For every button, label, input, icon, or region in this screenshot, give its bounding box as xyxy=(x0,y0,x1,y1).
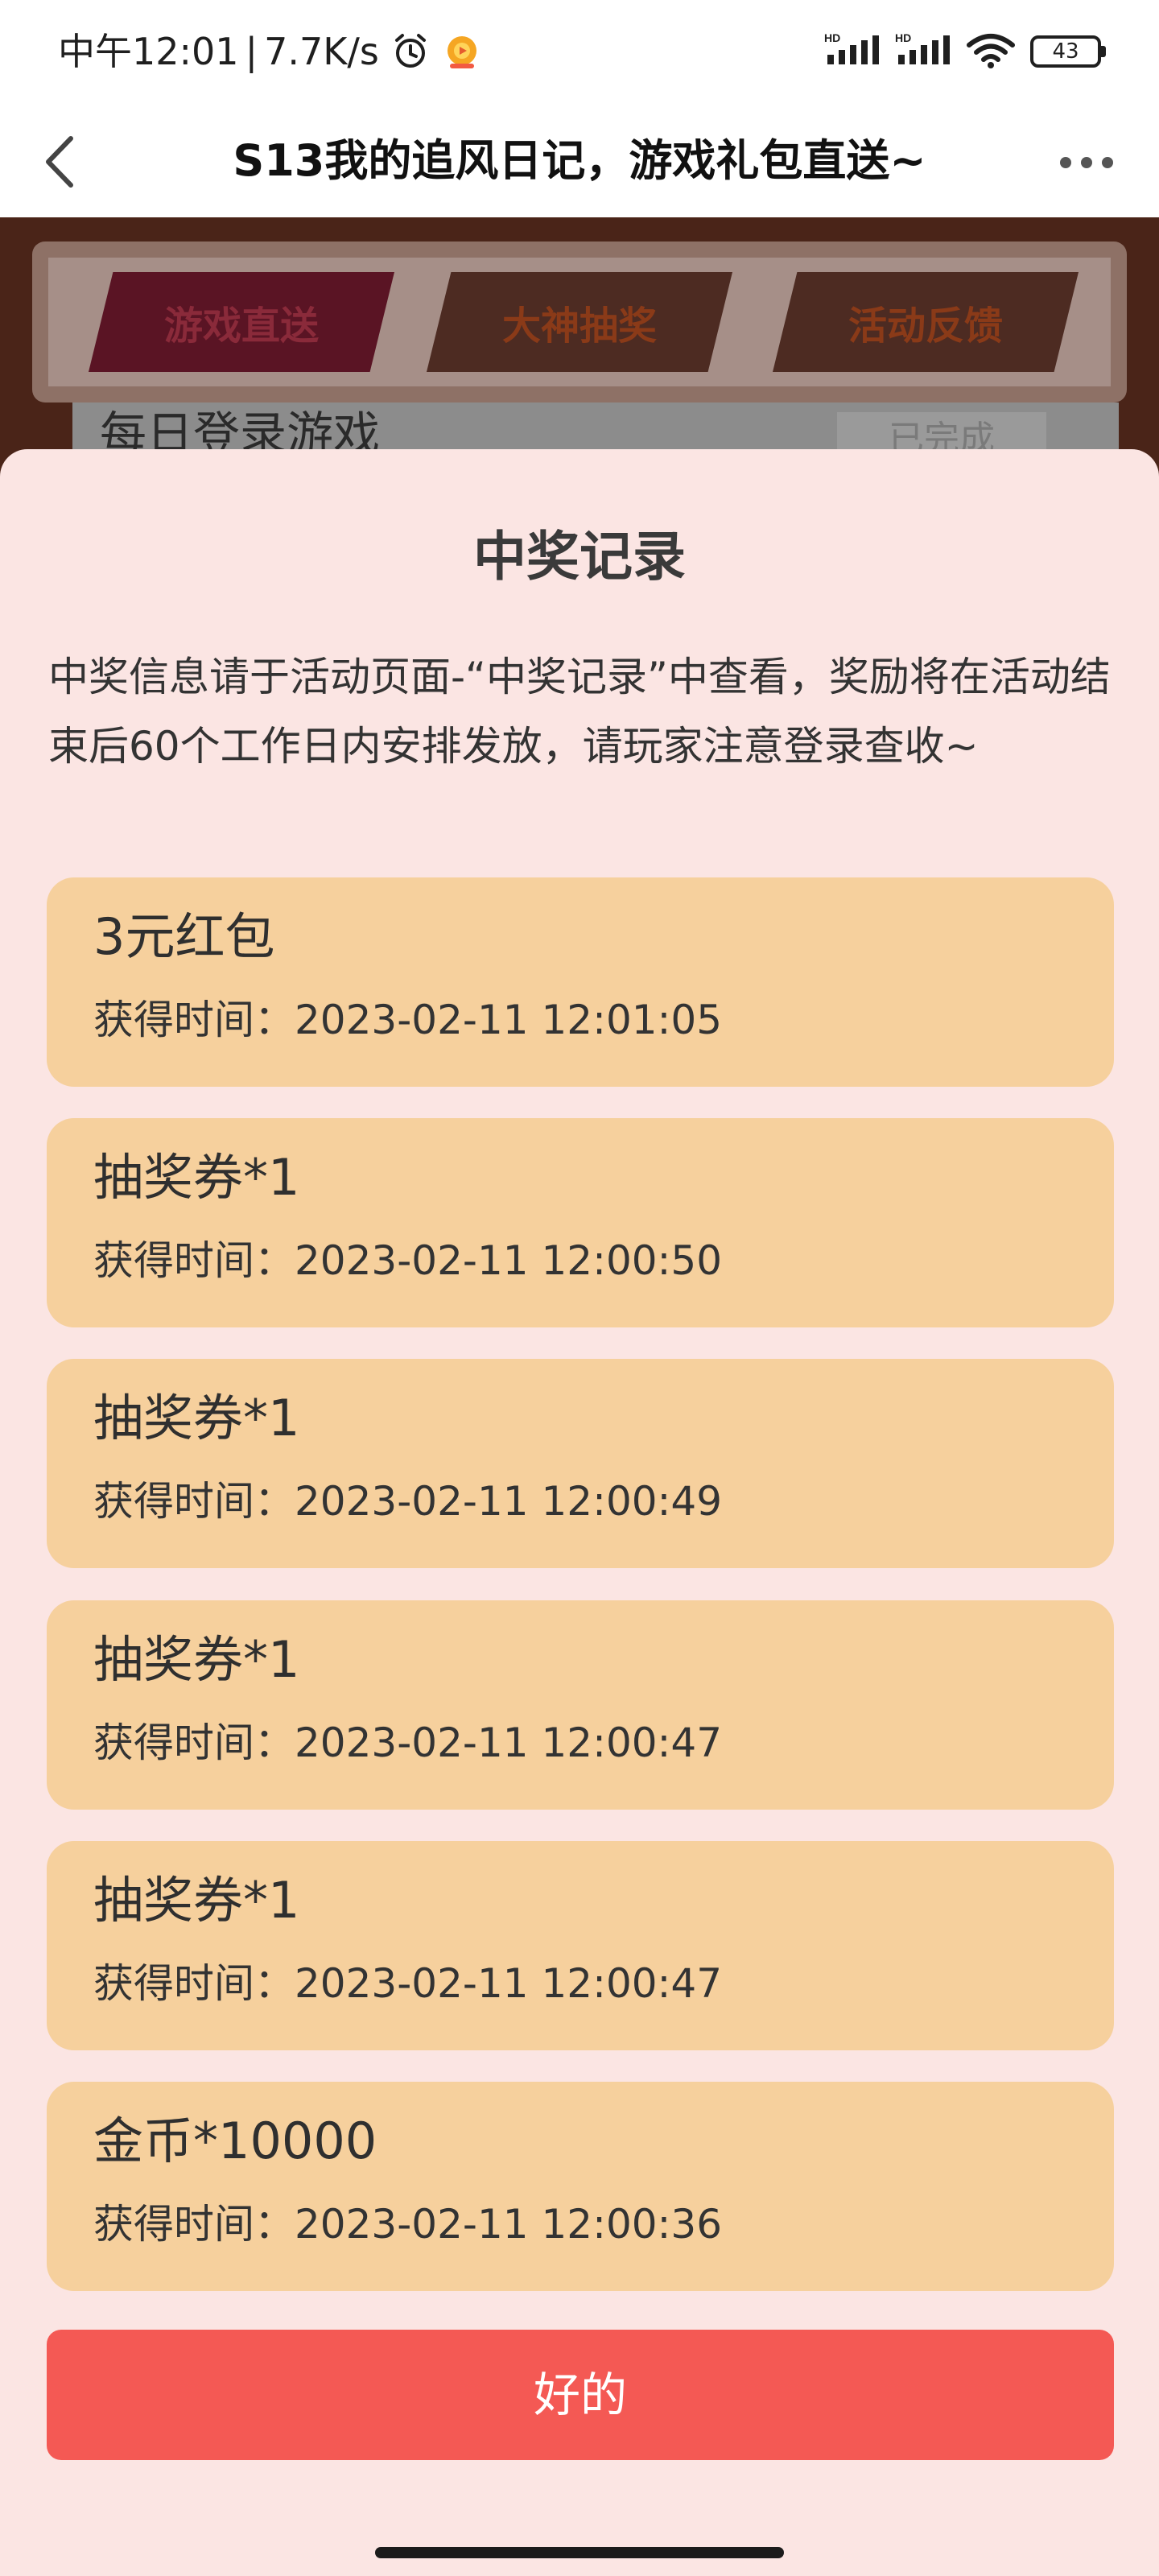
record-card: 3元红包 获得时间：2023-02-11 12:01:05 xyxy=(47,877,1114,1087)
battery-indicator: 43 xyxy=(1030,35,1106,68)
wifi-icon xyxy=(966,31,1016,72)
record-card: 抽奖券*1 获得时间：2023-02-11 12:00:47 xyxy=(47,1600,1114,1810)
home-indicator[interactable] xyxy=(375,2547,784,2558)
record-name: 金币*10000 xyxy=(93,2112,377,2170)
record-time: 获得时间：2023-02-11 12:00:49 xyxy=(93,1478,723,1525)
chevron-left-icon xyxy=(46,136,73,188)
record-name: 抽奖券*1 xyxy=(93,1389,300,1447)
signal-1-label: HD xyxy=(824,31,840,44)
record-card: 抽奖券*1 获得时间：2023-02-11 12:00:47 xyxy=(47,1841,1114,2050)
record-card: 抽奖券*1 获得时间：2023-02-11 12:00:49 xyxy=(47,1359,1114,1568)
tab-feedback[interactable]: 活动反馈 xyxy=(773,272,1079,372)
status-bar: 中午12:01 | 7.7K/s HD HD 43 xyxy=(0,0,1159,105)
record-name: 3元红包 xyxy=(93,907,275,966)
signal-strength-icon: HD xyxy=(824,31,881,72)
status-left: 中午12:01 | 7.7K/s xyxy=(58,27,482,76)
signal-2-label: HD xyxy=(895,31,911,44)
winning-records-modal: 中奖记录 中奖信息请于活动页面-“中奖记录”中查看，奖励将在活动结束后60个工作… xyxy=(0,449,1159,2576)
record-time: 获得时间：2023-02-11 12:00:36 xyxy=(93,2201,723,2248)
record-name: 抽奖券*1 xyxy=(93,1630,300,1689)
modal-title: 中奖记录 xyxy=(473,526,686,588)
status-divider: | xyxy=(245,30,258,73)
more-button[interactable] xyxy=(1046,138,1127,187)
tab-game-direct[interactable]: 游戏直送 xyxy=(89,272,394,372)
back-button[interactable] xyxy=(32,134,89,190)
more-dot xyxy=(1081,157,1092,168)
record-name: 抽奖券*1 xyxy=(93,1871,300,1930)
more-dot xyxy=(1102,157,1113,168)
record-time: 获得时间：2023-02-11 12:00:47 xyxy=(93,1960,723,2007)
network-speed: 7.7K/s xyxy=(264,30,379,73)
status-time: 中午12:01 xyxy=(58,30,239,73)
status-right: HD HD 43 xyxy=(824,31,1106,72)
record-time: 获得时间：2023-02-11 12:00:47 xyxy=(93,1719,723,1766)
record-card: 金币*10000 获得时间：2023-02-11 12:00:36 xyxy=(47,2082,1114,2291)
title-bar: S13我的追风日记，游戏礼包直送~ xyxy=(0,105,1159,217)
ok-button[interactable]: 好的 xyxy=(47,2330,1114,2460)
more-dots-icon xyxy=(1060,157,1071,168)
record-card: 抽奖券*1 获得时间：2023-02-11 12:00:50 xyxy=(47,1118,1114,1327)
modal-note: 中奖信息请于活动页面-“中奖记录”中查看，奖励将在活动结束后60个工作日内安排发… xyxy=(48,654,1111,770)
tab-lottery[interactable]: 大神抽奖 xyxy=(427,272,732,372)
record-name: 抽奖券*1 xyxy=(93,1148,300,1207)
record-time: 获得时间：2023-02-11 12:00:50 xyxy=(93,1237,723,1284)
phone-screen: 中午12:01 | 7.7K/s HD HD 43 S13我的追风日记，游戏礼包… xyxy=(0,0,1159,2576)
game-app-icon xyxy=(442,31,482,72)
alarm-clock-icon xyxy=(390,31,431,72)
record-time: 获得时间：2023-02-11 12:01:05 xyxy=(93,997,723,1043)
page-title: S13我的追风日记，游戏礼包直送~ xyxy=(233,135,926,186)
signal-strength-icon-2: HD xyxy=(895,31,951,72)
